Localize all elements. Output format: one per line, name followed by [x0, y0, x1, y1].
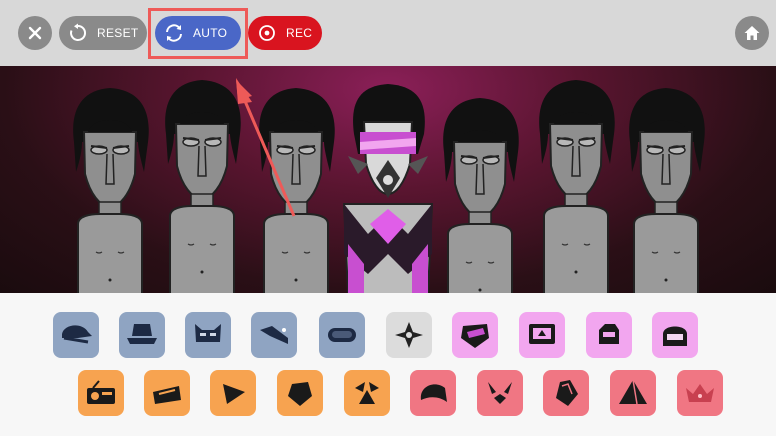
reset-label: RESET [97, 26, 139, 40]
robot-head-icon[interactable] [586, 312, 632, 358]
keyboard-icon[interactable] [144, 370, 190, 416]
rec-label: REC [286, 26, 313, 40]
character-6[interactable] [538, 79, 616, 293]
visor-icon[interactable] [251, 312, 297, 358]
character-5[interactable] [442, 97, 520, 293]
record-icon [256, 22, 278, 44]
horns-icon[interactable] [477, 370, 523, 416]
character-7[interactable] [628, 87, 706, 293]
pyramid-icon[interactable] [610, 370, 656, 416]
characters-scene [72, 79, 706, 293]
bucket-hat-icon[interactable] [119, 312, 165, 358]
helmet-icon[interactable] [652, 312, 698, 358]
goggles-icon[interactable] [319, 312, 365, 358]
crown-icon[interactable] [677, 370, 723, 416]
stage [0, 66, 776, 293]
radio-icon[interactable] [78, 370, 124, 416]
reset-icon [67, 22, 89, 44]
record-button[interactable]: REC [248, 16, 322, 50]
arrows-icon[interactable] [344, 370, 390, 416]
play-shape-icon[interactable] [210, 370, 256, 416]
shield-mask-icon[interactable] [452, 312, 498, 358]
shuriken-icon[interactable] [386, 312, 432, 358]
character-4[interactable] [342, 84, 434, 293]
auto-button-highlight [148, 8, 248, 59]
tablet-icon[interactable] [519, 312, 565, 358]
reset-button[interactable]: RESET [59, 16, 147, 50]
character-1[interactable] [72, 87, 150, 293]
close-icon [28, 26, 42, 40]
gem-icon[interactable] [277, 370, 323, 416]
cat-mask-icon[interactable] [185, 312, 231, 358]
crystal-icon[interactable] [543, 370, 589, 416]
annotation-arrow-head [236, 78, 252, 104]
home-icon [744, 26, 760, 40]
close-button[interactable] [18, 16, 52, 50]
hood-icon[interactable] [410, 370, 456, 416]
home-button[interactable] [735, 16, 769, 50]
cap-icon[interactable] [53, 312, 99, 358]
character-3[interactable] [258, 87, 336, 293]
